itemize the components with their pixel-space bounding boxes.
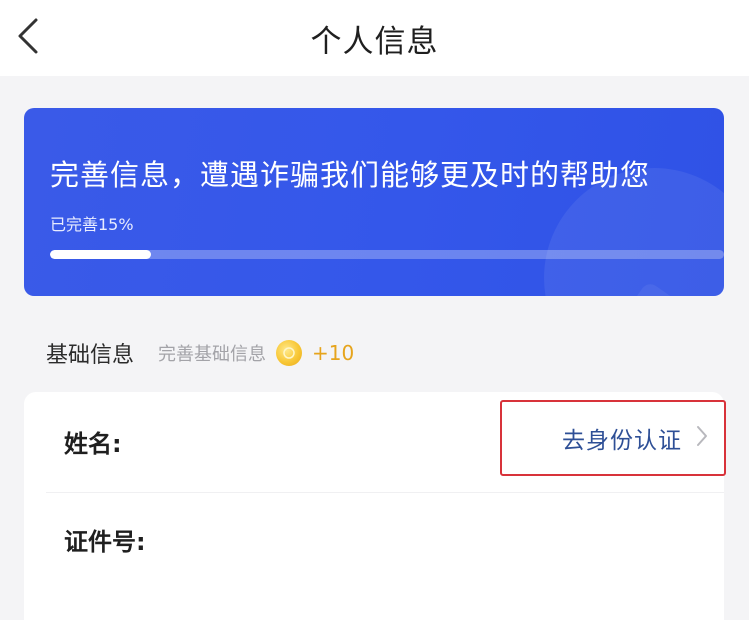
identity-verify-button[interactable]: 去身份认证 (500, 400, 726, 476)
section-hint: 完善基础信息 (158, 344, 267, 365)
completion-banner: 完善信息，遭遇诈骗我们能够更及时的帮助您 已完善15% (24, 108, 724, 296)
coin-icon (276, 340, 303, 366)
chevron-right-icon (696, 425, 708, 451)
row-divider (46, 492, 724, 493)
section-title: 基础信息 (46, 343, 135, 368)
bonus-points: +10 (312, 341, 355, 365)
id-number-label[interactable]: 证件号: (64, 522, 146, 557)
page-title: 个人信息 (310, 24, 439, 60)
identity-verify-label: 去身份认证 (562, 428, 682, 454)
name-label: 姓名: (64, 430, 122, 458)
completion-progress-bar (50, 250, 724, 259)
basic-info-section-header: 基础信息 完善基础信息 +10 (46, 336, 354, 370)
banner-title: 完善信息，遭遇诈骗我们能够更及时的帮助您 (50, 158, 651, 192)
completion-progress-text: 已完善15% (50, 215, 134, 234)
top-nav-bar: 个人信息 (0, 0, 749, 76)
basic-info-card: 姓名: 去身份认证 证件号: (24, 392, 726, 620)
completion-progress-fill (50, 250, 152, 259)
